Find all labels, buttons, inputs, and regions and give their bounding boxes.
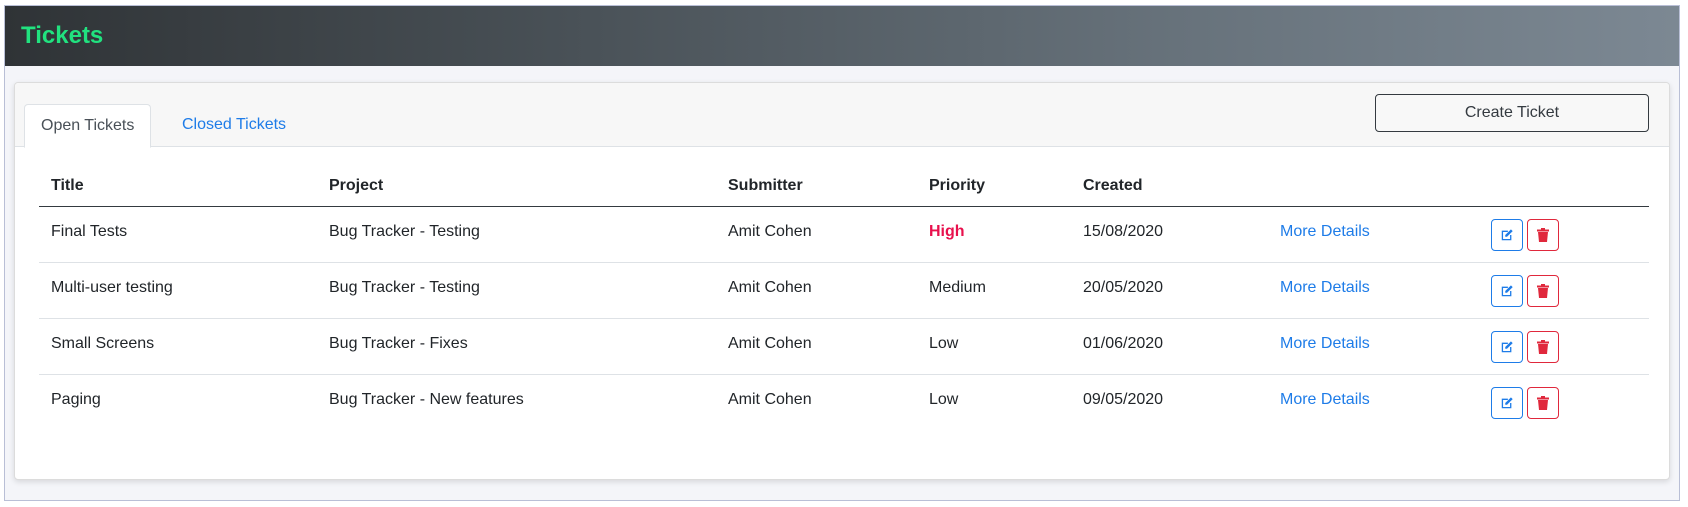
ticket-created: 09/05/2020 (1083, 391, 1164, 408)
ticket-created: 15/08/2020 (1083, 223, 1164, 240)
more-details-link[interactable]: More Details (1280, 391, 1370, 409)
trash-icon (1537, 284, 1549, 298)
edit-button[interactable] (1491, 387, 1523, 419)
edit-icon (1501, 341, 1513, 353)
more-details-link[interactable]: More Details (1280, 223, 1370, 241)
create-ticket-button[interactable]: Create Ticket (1375, 94, 1649, 132)
tab-closed-tickets[interactable]: Closed Tickets (166, 104, 302, 148)
trash-icon (1537, 396, 1549, 410)
tickets-table: Title Project Submitter Priority Created… (39, 169, 1649, 431)
more-details-link[interactable]: More Details (1280, 335, 1370, 353)
table-row: Final Tests Bug Tracker - Testing Amit C… (39, 207, 1649, 263)
delete-button[interactable] (1527, 219, 1559, 251)
column-header-created: Created (1083, 177, 1143, 194)
edit-icon (1501, 285, 1513, 297)
ticket-title: Multi-user testing (51, 279, 173, 296)
ticket-created: 20/05/2020 (1083, 279, 1164, 296)
trash-icon (1537, 340, 1549, 354)
page-header: Tickets (5, 6, 1679, 66)
table-header: Title Project Submitter Priority Created (39, 169, 1649, 207)
edit-icon (1501, 229, 1513, 241)
ticket-created: 01/06/2020 (1083, 335, 1164, 352)
ticket-priority: Medium (929, 279, 986, 296)
delete-button[interactable] (1527, 387, 1559, 419)
table-row: Multi-user testing Bug Tracker - Testing… (39, 263, 1649, 319)
ticket-priority: Low (929, 335, 959, 352)
table-row: Paging Bug Tracker - New features Amit C… (39, 375, 1649, 431)
page-frame: Tickets Open Tickets Closed Tickets Crea… (4, 5, 1680, 501)
edit-button[interactable] (1491, 331, 1523, 363)
tab-open-tickets[interactable]: Open Tickets (24, 104, 152, 148)
tickets-card: Open Tickets Closed Tickets Create Ticke… (14, 82, 1670, 480)
column-header-priority: Priority (929, 177, 986, 194)
more-details-link[interactable]: More Details (1280, 279, 1370, 297)
column-header-submitter: Submitter (728, 177, 803, 194)
ticket-title: Small Screens (51, 335, 155, 352)
ticket-title: Paging (51, 391, 101, 408)
ticket-project: Bug Tracker - New features (329, 391, 524, 408)
table-row: Small Screens Bug Tracker - Fixes Amit C… (39, 319, 1649, 375)
edit-button[interactable] (1491, 275, 1523, 307)
edit-icon (1501, 397, 1513, 409)
ticket-title: Final Tests (51, 223, 128, 240)
ticket-priority: High (929, 223, 965, 240)
ticket-priority: Low (929, 391, 959, 408)
column-header-project: Project (329, 177, 384, 194)
edit-button[interactable] (1491, 219, 1523, 251)
card-header: Open Tickets Closed Tickets Create Ticke… (15, 83, 1669, 148)
delete-button[interactable] (1527, 331, 1559, 363)
ticket-submitter: Amit Cohen (728, 279, 812, 296)
ticket-project: Bug Tracker - Fixes (329, 335, 468, 352)
ticket-submitter: Amit Cohen (728, 335, 812, 352)
delete-button[interactable] (1527, 275, 1559, 307)
ticket-project: Bug Tracker - Testing (329, 279, 480, 296)
trash-icon (1537, 228, 1549, 242)
column-header-title: Title (51, 177, 84, 194)
ticket-submitter: Amit Cohen (728, 391, 812, 408)
ticket-project: Bug Tracker - Testing (329, 223, 480, 240)
ticket-submitter: Amit Cohen (728, 223, 812, 240)
page-title: Tickets (21, 22, 104, 49)
